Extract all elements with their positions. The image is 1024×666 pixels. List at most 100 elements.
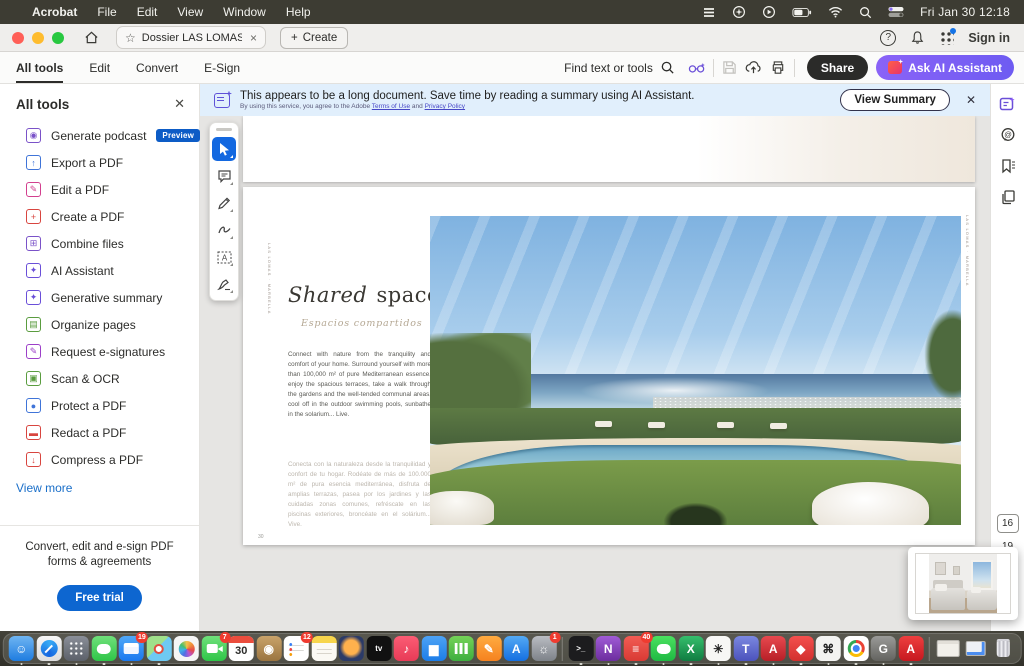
spotlight-icon[interactable]	[859, 6, 872, 19]
dock-icon-trash[interactable]	[990, 636, 1015, 661]
dock-icon-acrobat[interactable]: A	[898, 636, 923, 661]
sidebar-item-generate-podcast[interactable]: ◉Generate podcastPreview	[0, 122, 199, 149]
minimize-window-button[interactable]	[32, 32, 44, 44]
dock-icon-minimized-window-2[interactable]	[963, 636, 988, 661]
sign-in-button[interactable]: Sign in	[968, 31, 1010, 45]
sidebar-item-compress-a-pdf[interactable]: ↓Compress a PDF	[0, 446, 199, 473]
current-page-input[interactable]: 16	[997, 514, 1019, 533]
banner-close-icon[interactable]: ✕	[966, 93, 976, 107]
menu-clock[interactable]: Fri Jan 30 12:18	[920, 5, 1010, 19]
bookmarks-panel-icon[interactable]	[997, 155, 1019, 177]
apps-grid-icon[interactable]	[939, 30, 954, 45]
stack-icon[interactable]	[702, 6, 716, 19]
privacy-policy-link[interactable]: Privacy Policy	[425, 103, 465, 110]
create-tab-button[interactable]: + Create	[280, 27, 348, 49]
document-tab[interactable]: ☆ Dossier LAS LOMAS2_... ×	[116, 26, 266, 49]
help-icon[interactable]: ?	[880, 30, 896, 46]
ai-assistant-panel-icon[interactable]	[997, 93, 1019, 115]
find-text-or-tools[interactable]: Find text or tools	[564, 60, 675, 75]
dock-icon-todoist[interactable]: ≡40	[623, 636, 648, 661]
dock-icon-terminal[interactable]: >_	[568, 636, 593, 661]
zoom-window-button[interactable]	[52, 32, 64, 44]
sidebar-item-combine-files[interactable]: ⊞Combine files	[0, 230, 199, 257]
toolbar-tab-convert[interactable]: Convert	[136, 52, 178, 83]
dock-icon-numbers[interactable]	[449, 636, 474, 661]
dock-icon-system-settings[interactable]: ☼1	[531, 636, 556, 661]
free-trial-button[interactable]: Free trial	[57, 585, 142, 611]
menu-item-file[interactable]: File	[97, 5, 116, 19]
dock-icon-firefox[interactable]	[339, 636, 364, 661]
menu-app-name[interactable]: Acrobat	[32, 5, 77, 19]
dock-icon-passwords[interactable]: ⌘	[816, 636, 841, 661]
wifi-icon[interactable]	[828, 6, 843, 18]
dock-icon-notes[interactable]	[311, 636, 336, 661]
sidebar-item-edit-a-pdf[interactable]: ✎Edit a PDF	[0, 176, 199, 203]
dock-icon-photos[interactable]	[174, 636, 199, 661]
view-more-link[interactable]: View more	[0, 473, 199, 495]
play-circle-icon[interactable]	[762, 5, 776, 19]
close-tab-icon[interactable]: ×	[250, 31, 257, 45]
close-window-button[interactable]	[12, 32, 24, 44]
sidebar-item-generative-summary[interactable]: ✦Generative summary	[0, 284, 199, 311]
sidebar-item-protect-a-pdf[interactable]: ●Protect a PDF	[0, 392, 199, 419]
dock-icon-chatgpt[interactable]: ✳	[706, 636, 731, 661]
sidebar-item-ai-assistant[interactable]: ✦AI Assistant	[0, 257, 199, 284]
toolbar-tab-edit[interactable]: Edit	[89, 52, 110, 83]
favorite-star-icon[interactable]: ☆	[125, 31, 136, 45]
dock-icon-reminders[interactable]: 12	[284, 636, 309, 661]
dock-icon-keynote[interactable]: ▆	[421, 636, 446, 661]
pencil-tool[interactable]	[212, 191, 236, 215]
dock-icon-calendar[interactable]: 30	[229, 636, 254, 661]
menu-item-help[interactable]: Help	[286, 5, 311, 19]
dock-icon-app-store[interactable]: A	[504, 636, 529, 661]
menu-item-window[interactable]: Window	[223, 5, 266, 19]
sidebar-item-scan-ocr[interactable]: ▣Scan & OCR	[0, 365, 199, 392]
pdf-canvas[interactable]: LAS LOMAS · MARBELLA LAS LOMAS · MARBELL…	[200, 116, 990, 631]
page-thumbnails-icon[interactable]	[997, 186, 1019, 208]
select-tool[interactable]	[212, 137, 236, 161]
chatgpt-icon[interactable]	[732, 5, 746, 19]
dock-icon-whatsapp[interactable]	[651, 636, 676, 661]
page-preview-popup[interactable]	[908, 547, 1018, 620]
highlight-tool[interactable]	[212, 218, 236, 242]
dock-icon-apple-tv[interactable]: tv	[366, 636, 391, 661]
dock-icon-adobe-cc[interactable]: A	[761, 636, 786, 661]
dock-icon-maps[interactable]	[146, 636, 171, 661]
dock-icon-finder[interactable]: ☺	[9, 636, 34, 661]
dock-icon-excel[interactable]: X	[678, 636, 703, 661]
menu-item-edit[interactable]: Edit	[137, 5, 158, 19]
sidebar-item-redact-a-pdf[interactable]: ▬Redact a PDF	[0, 419, 199, 446]
notifications-bell-icon[interactable]	[910, 30, 925, 45]
toolbar-tab-e-sign[interactable]: E-Sign	[204, 52, 240, 83]
dock-icon-music[interactable]: ♪	[394, 636, 419, 661]
menu-item-view[interactable]: View	[177, 5, 203, 19]
dock-icon-chrome[interactable]	[843, 636, 868, 661]
upload-cloud-icon[interactable]	[742, 56, 766, 80]
palette-drag-handle[interactable]	[216, 128, 232, 131]
toolbar-tab-all-tools[interactable]: All tools	[16, 52, 63, 83]
read-aloud-ai-icon[interactable]	[685, 56, 709, 80]
sidebar-close-icon[interactable]: ✕	[174, 96, 185, 112]
dock-icon-onenote[interactable]: N	[596, 636, 621, 661]
dock-icon-gimp[interactable]: G	[871, 636, 896, 661]
dock-icon-mail[interactable]: 19	[119, 636, 144, 661]
comment-tool[interactable]	[212, 164, 236, 188]
current-page-spread[interactable]: LAS LOMAS · MARBELLA LAS LOMAS · MARBELL…	[243, 187, 975, 545]
share-button[interactable]: Share	[807, 55, 868, 80]
dock-icon-pdf-diamond-app[interactable]: ◆	[788, 636, 813, 661]
dock-icon-launchpad[interactable]	[64, 636, 89, 661]
sign-tool[interactable]	[212, 272, 236, 296]
sidebar-item-organize-pages[interactable]: ▤Organize pages	[0, 311, 199, 338]
home-button[interactable]	[78, 27, 104, 49]
comments-panel-icon[interactable]: @	[997, 124, 1019, 146]
dock-icon-teams[interactable]: T	[733, 636, 758, 661]
dock-icon-pages[interactable]: ✎	[476, 636, 501, 661]
dock-icon-minimized-window-1[interactable]	[935, 636, 960, 661]
sidebar-item-create-a-pdf[interactable]: +Create a PDF	[0, 203, 199, 230]
previous-page-bottom[interactable]	[243, 116, 975, 182]
dock-icon-messages[interactable]	[91, 636, 116, 661]
text-box-tool[interactable]: A	[212, 245, 236, 269]
dock-icon-safari[interactable]	[36, 636, 61, 661]
terms-of-use-link[interactable]: Terms of Use	[372, 103, 410, 110]
control-center-icon[interactable]	[888, 6, 904, 18]
